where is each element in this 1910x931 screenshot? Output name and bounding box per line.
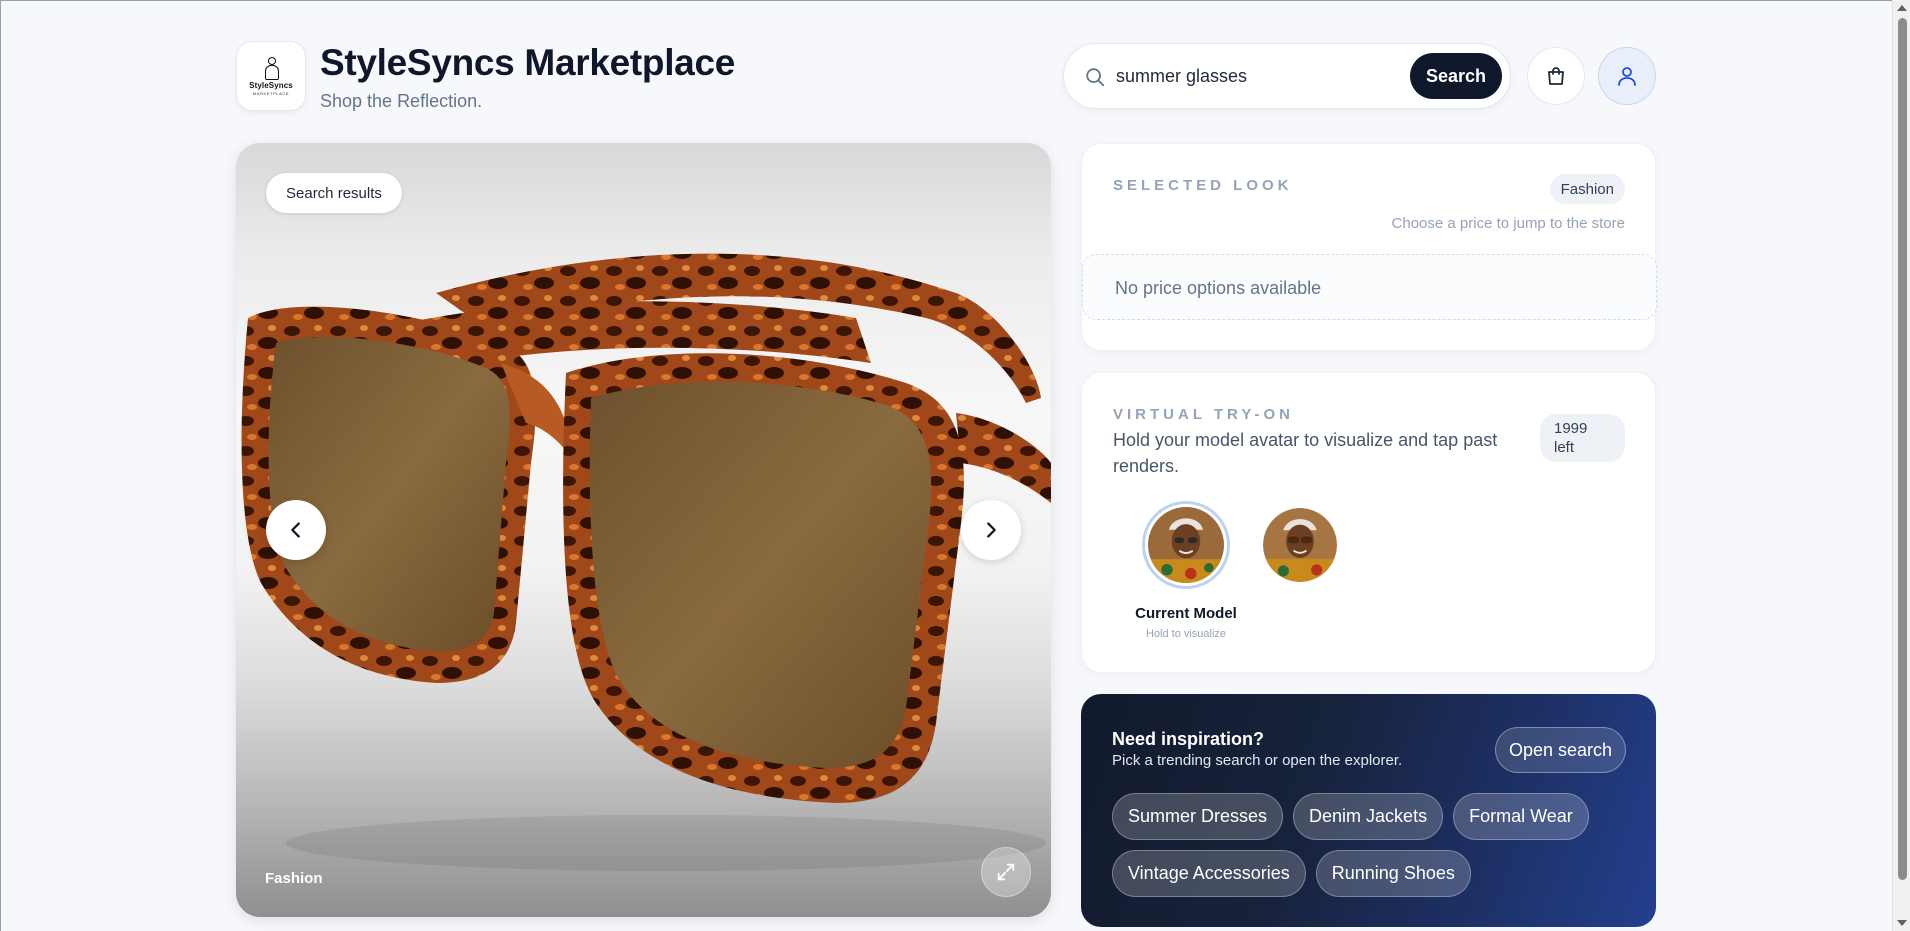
page-title: StyleSyncs Marketplace	[320, 42, 736, 83]
no-price-message: No price options available	[1115, 278, 1322, 298]
virtual-tryon-card: VIRTUAL TRY-ON Hold your model avatar to…	[1081, 372, 1656, 673]
sunglasses-image	[241, 253, 1051, 871]
next-image-button[interactable]	[961, 500, 1021, 560]
search-bar: Search	[1063, 43, 1511, 109]
chevron-right-icon	[987, 522, 996, 538]
account-button[interactable]	[1598, 47, 1656, 105]
brand-tagline: Shop the Reflection.	[320, 91, 483, 111]
current-model-label: Current Model	[1135, 605, 1237, 622]
scroll-down-arrow-icon[interactable]	[1897, 920, 1907, 926]
scroll-up-arrow-icon[interactable]	[1897, 5, 1907, 11]
trending-chip[interactable]: Running Shoes	[1315, 850, 1471, 897]
search-icon	[1086, 68, 1105, 87]
brand-logo[interactable]: StyleSyncs MARKETPLACE	[236, 41, 306, 111]
model-render-image	[1263, 508, 1337, 582]
past-render-avatar[interactable]	[1263, 508, 1337, 582]
search-results-chip[interactable]: Search results	[266, 173, 402, 213]
logo-text: StyleSyncs	[249, 80, 293, 90]
price-hint: Choose a price to jump to the store	[1391, 215, 1625, 232]
current-model-hint: Hold to visualize	[1145, 628, 1227, 640]
chevron-left-icon	[291, 522, 300, 538]
user-icon	[1618, 67, 1636, 86]
trending-chip[interactable]: Vintage Accessories	[1112, 850, 1306, 897]
product-image-viewer[interactable]: Search results Fashion	[236, 143, 1051, 917]
previous-image-button[interactable]	[266, 500, 326, 560]
fullscreen-button[interactable]	[981, 847, 1031, 897]
scrollbar-thumb[interactable]	[1898, 18, 1907, 880]
model-portrait-image	[1148, 507, 1224, 583]
inspiration-subtitle: Pick a trending search or open the explo…	[1112, 752, 1403, 769]
cart-button[interactable]	[1527, 47, 1585, 105]
tryon-remaining-badge: 1999 left	[1540, 414, 1625, 462]
trending-chip[interactable]: Denim Jackets	[1293, 793, 1444, 840]
trending-search-chips: Summer Dresses Denim Jackets Formal Wear…	[1112, 793, 1632, 897]
category-badge: Fashion	[1549, 174, 1625, 204]
image-caption: Fashion	[265, 870, 323, 887]
trending-chip[interactable]: Summer Dresses	[1112, 793, 1284, 840]
search-input[interactable]	[1116, 62, 1356, 90]
inspiration-title: Need inspiration?	[1112, 729, 1265, 749]
logo-subtext: MARKETPLACE	[252, 90, 290, 96]
price-options-box: No price options available	[1082, 254, 1657, 320]
selected-look-card: SELECTED LOOK Fashion Choose a price to …	[1081, 143, 1657, 351]
inspiration-card: Need inspiration? Pick a trending search…	[1081, 694, 1656, 927]
mannequin-icon	[264, 56, 279, 80]
virtual-tryon-heading: VIRTUAL TRY-ON	[1113, 406, 1295, 423]
trending-chip[interactable]: Formal Wear	[1453, 793, 1589, 840]
expand-icon	[997, 863, 1015, 881]
open-search-button[interactable]: Open search	[1495, 727, 1626, 773]
cart-icon	[1548, 67, 1564, 85]
page-scrollbar[interactable]	[1892, 0, 1910, 931]
virtual-tryon-description: Hold your model avatar to visualize and …	[1113, 430, 1498, 476]
current-model-avatar[interactable]	[1142, 501, 1230, 589]
selected-look-heading: SELECTED LOOK	[1113, 177, 1293, 194]
search-button[interactable]: Search	[1410, 53, 1502, 99]
